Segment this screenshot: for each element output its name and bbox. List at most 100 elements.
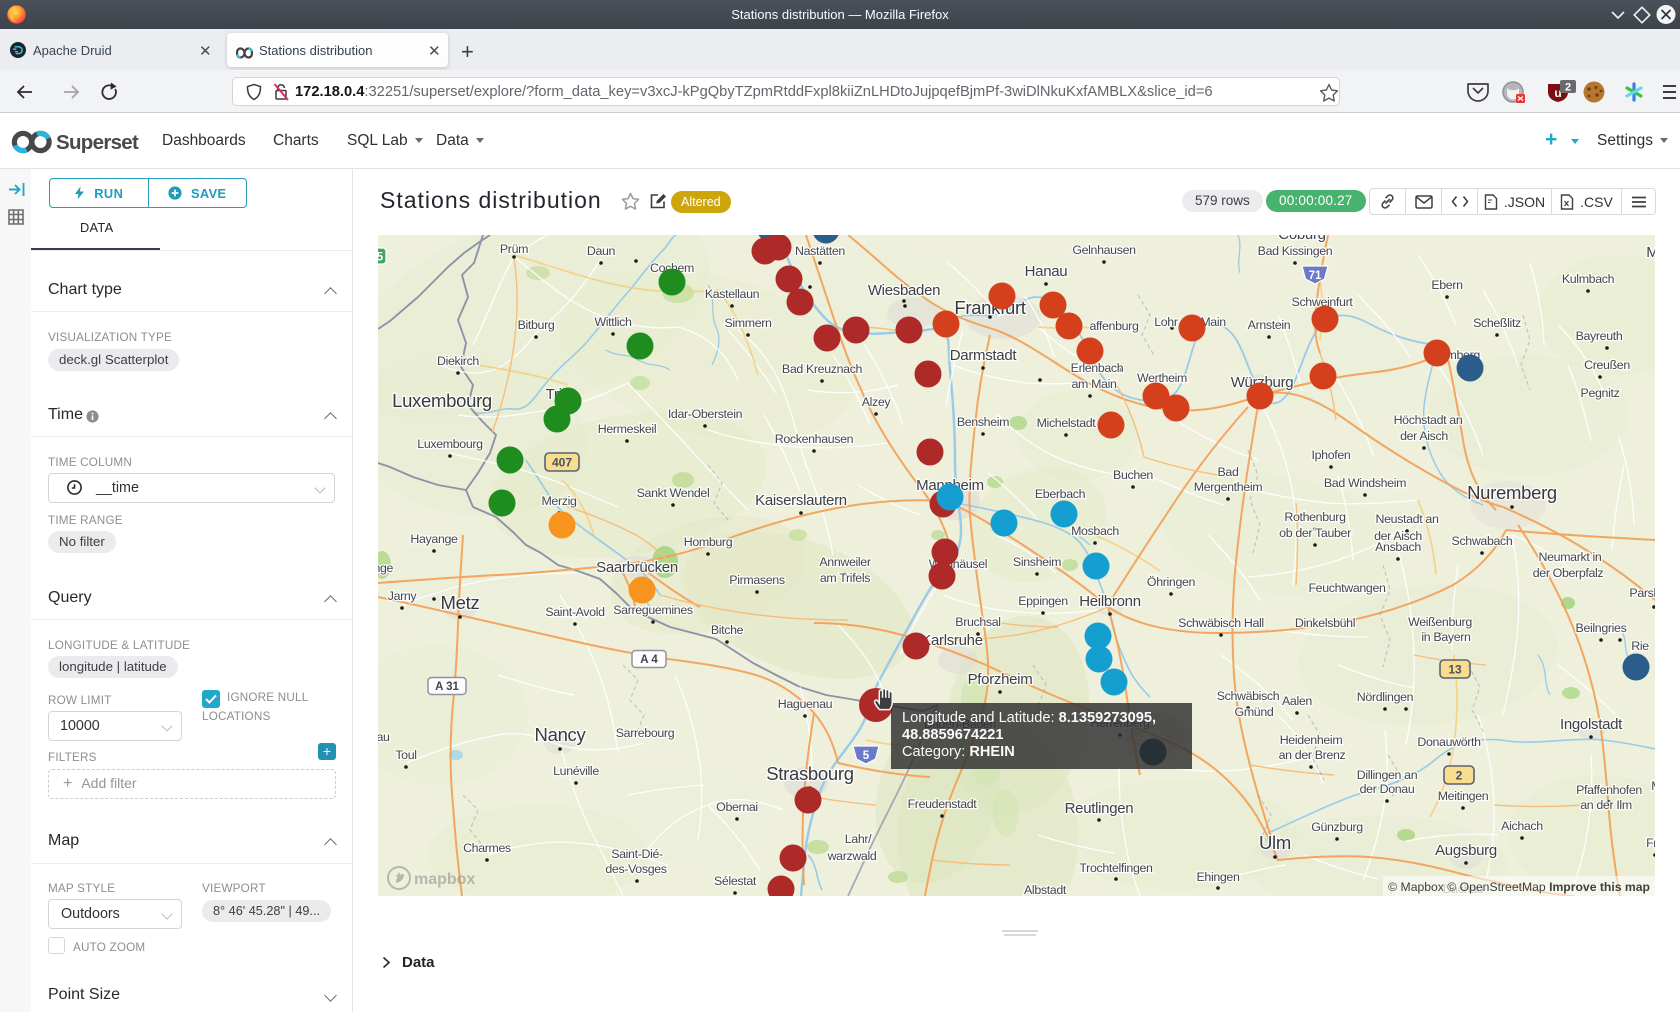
svg-text:5: 5: [863, 750, 870, 762]
svg-text:Pegnitz: Pegnitz: [1581, 386, 1620, 400]
svg-text:der Donau: der Donau: [1360, 782, 1415, 796]
svg-text:Pfaffenhofen: Pfaffenhofen: [1576, 783, 1642, 797]
svg-text:warzwald: warzwald: [827, 849, 877, 863]
svg-text:Rockenhausen: Rockenhausen: [775, 432, 854, 446]
svg-text:Beilngries: Beilngries: [1576, 621, 1627, 635]
svg-text:Schwäbisch: Schwäbisch: [1217, 689, 1280, 703]
svg-text:an der Brenz: an der Brenz: [1279, 748, 1346, 762]
svg-text:Idar-Oberstein: Idar-Oberstein: [668, 407, 743, 421]
svg-text:Wertheim: Wertheim: [1137, 371, 1187, 385]
svg-text:Rothenburg: Rothenburg: [1284, 510, 1346, 524]
svg-text:Creußen: Creußen: [1584, 358, 1630, 372]
svg-text:Iphofen: Iphofen: [1312, 448, 1351, 462]
svg-text:affenburg: affenburg: [1090, 319, 1139, 333]
svg-text:Schwäbisch Hall: Schwäbisch Hall: [1178, 616, 1264, 630]
svg-text:Rie: Rie: [1631, 639, 1649, 653]
svg-text:A 4: A 4: [640, 654, 658, 666]
svg-text:Bad Kissingen: Bad Kissingen: [1258, 244, 1333, 258]
svg-text:Bayreuth: Bayreuth: [1576, 329, 1623, 343]
svg-text:Toul: Toul: [395, 748, 416, 762]
svg-text:Wittlich: Wittlich: [594, 315, 632, 329]
svg-text:der Oberpfalz: der Oberpfalz: [1533, 566, 1604, 580]
svg-text:Luxembourg: Luxembourg: [417, 437, 483, 451]
svg-text:Gmünd: Gmünd: [1235, 705, 1274, 719]
svg-text:Sankt Wendel: Sankt Wendel: [637, 486, 710, 500]
svg-text:Freudenstadt: Freudenstadt: [908, 797, 978, 811]
svg-text:Bad Windsheim: Bad Windsheim: [1324, 476, 1406, 490]
svg-text:Ehingen: Ehingen: [1196, 870, 1239, 884]
svg-text:mapbox: mapbox: [414, 871, 475, 888]
svg-text:13: 13: [1448, 663, 1462, 677]
svg-text:Neumarkt in: Neumarkt in: [1539, 550, 1602, 564]
svg-text:Metz: Metz: [441, 592, 480, 613]
svg-text:Hermeskeil: Hermeskeil: [598, 422, 656, 436]
svg-text:Bensheim: Bensheim: [957, 415, 1009, 429]
svg-text:Reutlingen: Reutlingen: [1065, 800, 1134, 817]
svg-text:Schwabach: Schwabach: [1452, 534, 1513, 548]
svg-text:ob der Tauber: ob der Tauber: [1279, 526, 1351, 540]
svg-text:Albstadt: Albstadt: [1024, 883, 1067, 896]
svg-text:Öhringen: Öhringen: [1147, 575, 1196, 589]
svg-text:Daun: Daun: [587, 244, 616, 258]
svg-text:5: 5: [378, 252, 384, 264]
svg-text:Sinsheim: Sinsheim: [1013, 555, 1061, 569]
svg-text:Augsburg: Augsburg: [1435, 842, 1497, 859]
svg-text:Nancy: Nancy: [535, 724, 587, 745]
svg-text:Günzburg: Günzburg: [1311, 820, 1363, 834]
svg-text:Kulmbach: Kulmbach: [1562, 272, 1615, 286]
svg-text:Pirmasens: Pirmasens: [729, 573, 785, 587]
svg-text:Ebern: Ebern: [1431, 278, 1463, 292]
svg-text:Aalen: Aalen: [1282, 694, 1312, 708]
svg-text:Neustadt an: Neustadt an: [1376, 512, 1439, 526]
svg-text:Freis: Freis: [1646, 836, 1655, 850]
svg-text:Bitburg: Bitburg: [518, 318, 555, 332]
svg-text:Main: Main: [1651, 779, 1655, 793]
svg-text:Aichach: Aichach: [1501, 819, 1543, 833]
svg-text:Eppingen: Eppingen: [1018, 594, 1068, 608]
svg-text:Simmern: Simmern: [724, 316, 772, 330]
svg-text:des-Vosges: des-Vosges: [605, 862, 666, 876]
svg-text:Jarny: Jarny: [388, 589, 418, 603]
svg-text:Donauwörth: Donauwörth: [1417, 735, 1481, 749]
svg-text:an der Ilm: an der Ilm: [1580, 798, 1632, 812]
svg-text:am Main: am Main: [1071, 377, 1117, 391]
svg-text:Sarrebourg: Sarrebourg: [616, 726, 675, 740]
svg-text:Darmstadt: Darmstadt: [950, 347, 1018, 364]
svg-text:Nördlingen: Nördlingen: [1357, 690, 1414, 704]
svg-text:Strasbourg: Strasbourg: [766, 763, 854, 784]
svg-text:Höchstadt an: Höchstadt an: [1394, 413, 1463, 427]
svg-text:Ingolstadt: Ingolstadt: [1560, 716, 1623, 733]
svg-text:Mergentheim: Mergentheim: [1194, 480, 1262, 494]
svg-text:Gelnhausen: Gelnhausen: [1072, 243, 1136, 257]
svg-text:Bad: Bad: [1218, 465, 1239, 479]
svg-text:Scheßlitz: Scheßlitz: [1473, 316, 1521, 330]
svg-text:Saarbrücken: Saarbrücken: [596, 559, 678, 576]
svg-text:Kaiserslautern: Kaiserslautern: [755, 492, 847, 509]
svg-text:Weißenburg: Weißenburg: [1408, 615, 1472, 629]
svg-text:au: au: [378, 730, 390, 744]
svg-text:Pforzheim: Pforzheim: [968, 671, 1033, 688]
svg-text:Mosbach: Mosbach: [1071, 524, 1119, 538]
svg-text:Saint-Avold: Saint-Avold: [545, 605, 605, 619]
svg-text:A 31: A 31: [435, 681, 459, 693]
svg-text:Hanau: Hanau: [1025, 263, 1068, 280]
svg-text:Luxembourg: Luxembourg: [392, 390, 492, 411]
svg-text:Michelstadt: Michelstadt: [1037, 416, 1097, 430]
svg-text:Bitche: Bitche: [711, 623, 744, 637]
svg-text:Eberbach: Eberbach: [1035, 487, 1086, 501]
svg-text:Parsbe: Parsbe: [1629, 586, 1655, 600]
svg-text:2: 2: [1565, 82, 1571, 94]
svg-text:Merzig: Merzig: [541, 494, 577, 508]
svg-text:Münc: Münc: [1646, 244, 1655, 261]
svg-text:Lunéville: Lunéville: [553, 764, 599, 778]
svg-text:Coburg: Coburg: [1278, 235, 1325, 243]
svg-text:Sélestat: Sélestat: [714, 874, 757, 888]
svg-text:ange: ange: [378, 561, 394, 575]
svg-text:Hayange: Hayange: [410, 532, 458, 546]
svg-text:Nuremberg: Nuremberg: [1467, 482, 1557, 503]
svg-text:am Trifels: am Trifels: [820, 571, 870, 585]
svg-text:71: 71: [1309, 270, 1322, 282]
svg-text:Bruchsal: Bruchsal: [955, 615, 1000, 629]
svg-text:Heilbronn: Heilbronn: [1079, 593, 1141, 610]
svg-text:Erlenbach: Erlenbach: [1071, 361, 1124, 375]
